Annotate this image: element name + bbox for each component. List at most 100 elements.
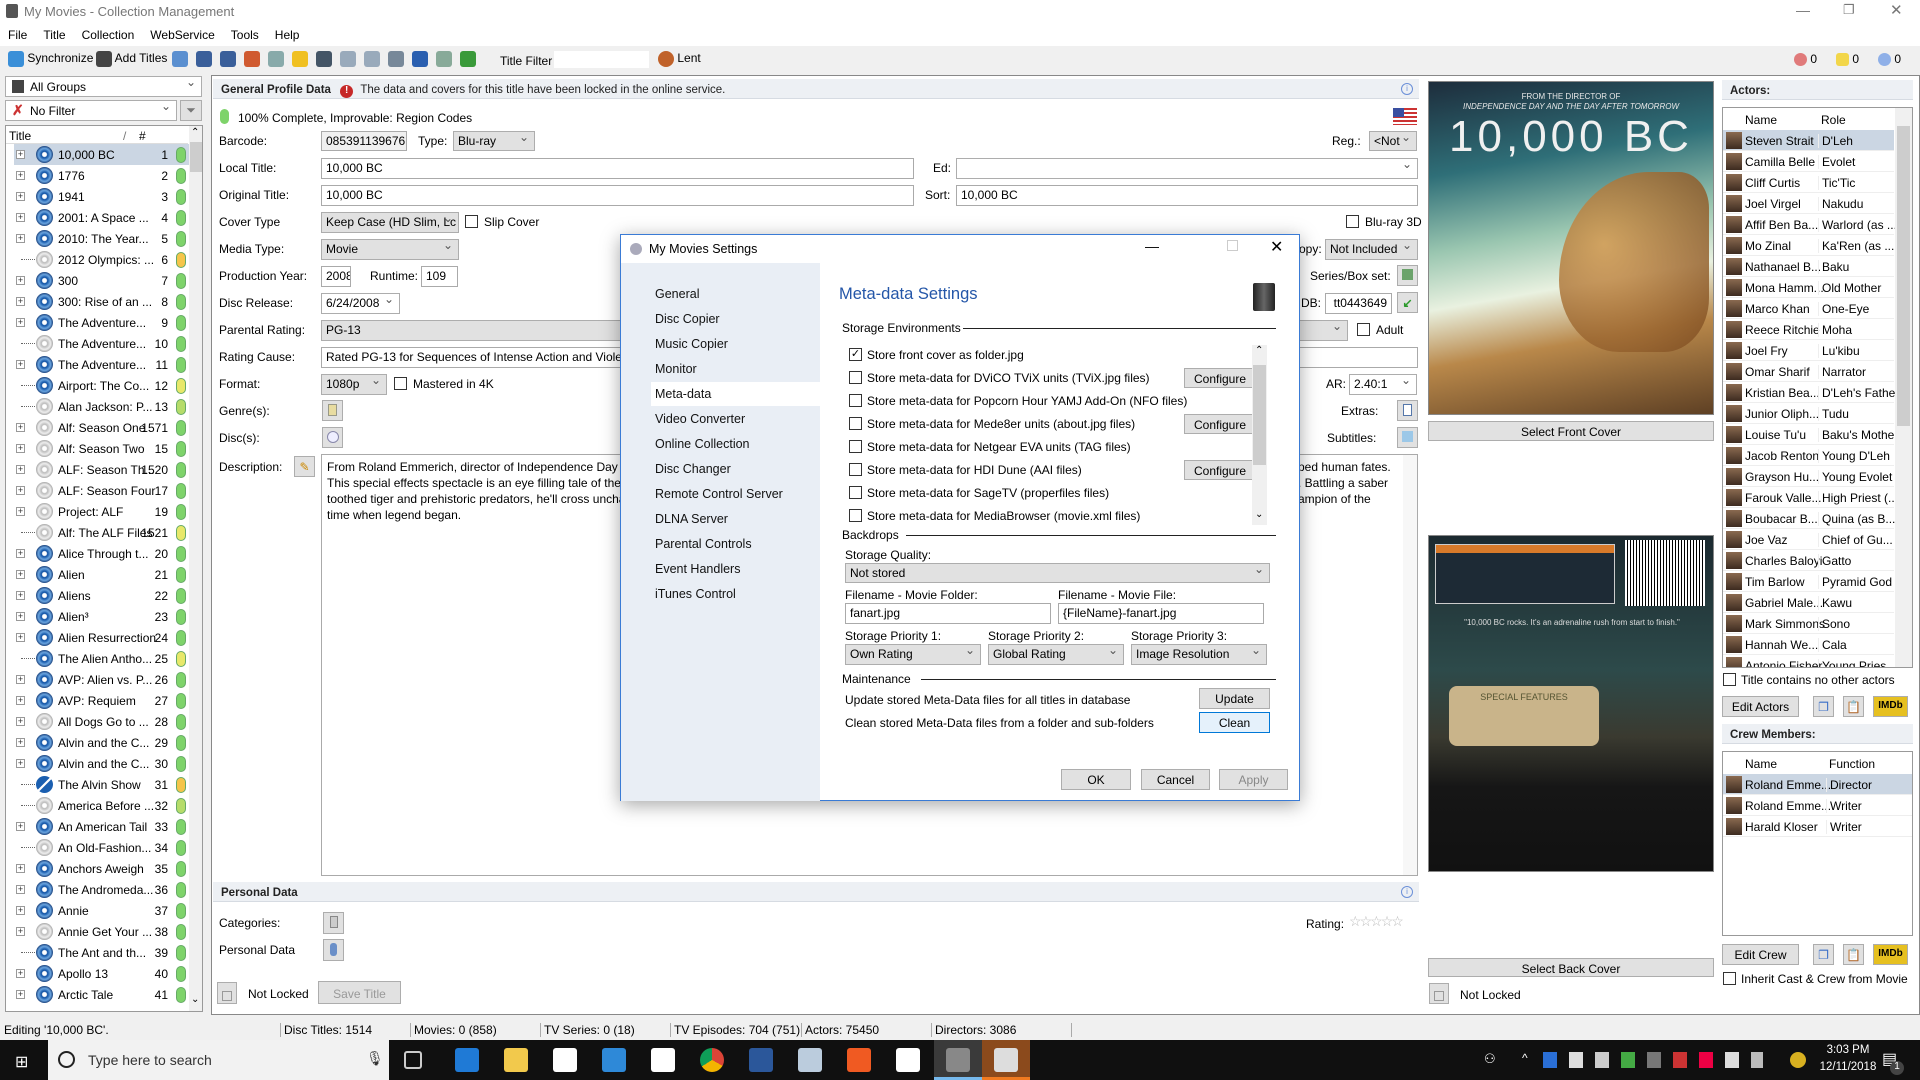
series-box-set-button[interactable] <box>1397 265 1418 286</box>
filter-select[interactable]: ✗ No Filter <box>5 100 177 121</box>
tree-row[interactable]: + AVP: Alien vs. P... 26 <box>14 669 190 690</box>
expand-icon[interactable]: + <box>16 549 25 558</box>
tree-row[interactable]: + The Andromeda... 36 <box>14 879 190 900</box>
restore-button[interactable]: ❐ <box>1843 2 1855 18</box>
info-icon[interactable]: i <box>1401 886 1413 898</box>
expand-icon[interactable]: + <box>16 507 25 516</box>
copy-actors-button[interactable]: ❐ <box>1813 696 1834 717</box>
toolbar-icon-button[interactable] <box>292 51 308 67</box>
ccleaner-icon[interactable] <box>847 1048 871 1072</box>
expand-icon[interactable]: + <box>16 465 25 474</box>
save-title-button[interactable]: Save Title <box>318 981 401 1004</box>
tree-row[interactable]: + ALF: Season Th... 1520 <box>14 459 190 480</box>
menu-collection[interactable]: Collection <box>74 24 143 42</box>
actors-row[interactable]: Joe Vaz Chief of Gu... <box>1723 529 1894 550</box>
toolbar-icon-button[interactable] <box>388 51 404 67</box>
expand-icon[interactable]: + <box>16 171 25 180</box>
inherit-cast-checkbox[interactable] <box>1723 972 1736 985</box>
storage-option-checkbox[interactable] <box>849 509 862 522</box>
priority-2-select[interactable]: Global Rating <box>988 644 1124 665</box>
actors-row[interactable]: Grayson Hu... Young Evolet <box>1723 466 1894 487</box>
cover-type-select[interactable]: Keep Case (HD Slim, Lc <box>321 212 459 233</box>
tree-row[interactable]: +300: Rise of an ... 8 <box>14 291 190 312</box>
crew-row[interactable]: Harald Kloser Writer <box>1723 816 1912 837</box>
crew-row[interactable]: Roland Emme... Director <box>1723 774 1912 795</box>
actors-row[interactable]: Jacob Renton Young D'Leh <box>1723 445 1894 466</box>
storage-option-checkbox[interactable] <box>849 463 862 476</box>
discs-button[interactable] <box>322 427 343 448</box>
title-filter-input[interactable] <box>554 51 649 68</box>
column-name[interactable]: Name <box>1745 757 1777 771</box>
expand-icon[interactable]: + <box>16 612 25 621</box>
edit-crew-button[interactable]: Edit Crew <box>1722 944 1799 965</box>
configure-button[interactable]: Configure <box>1184 414 1256 434</box>
microphone-icon[interactable]: 🎙 <box>366 1050 384 1067</box>
tree-row[interactable]: + Annie Get Your ... 38 <box>14 921 190 942</box>
nav-item-disc-changer[interactable]: Disc Changer <box>655 462 731 476</box>
task-view-icon[interactable] <box>404 1051 422 1069</box>
expand-icon[interactable]: + <box>16 360 25 369</box>
star-icon[interactable]: ☆ <box>1360 913 1372 929</box>
categories-button[interactable] <box>323 912 344 934</box>
tree-row[interactable]: Alf: The ALF Files 1521 <box>14 522 190 543</box>
toolbar-icon-button[interactable] <box>172 51 188 67</box>
expand-icon[interactable]: + <box>16 192 25 201</box>
add-titles-button[interactable]: Add Titles <box>96 51 167 67</box>
barcode-field[interactable]: 085391139676 <box>321 131 407 151</box>
expand-icon[interactable]: + <box>16 927 25 936</box>
tree-row[interactable]: Airport: The Co... 12 <box>14 375 190 396</box>
crew-row[interactable]: Roland Emme... Writer <box>1723 795 1912 816</box>
tree-row[interactable]: + All Dogs Go to ... 28 <box>14 711 190 732</box>
tree-row[interactable]: + AVP: Requiem 27 <box>14 690 190 711</box>
bluray-3d-checkbox[interactable] <box>1346 215 1359 228</box>
tree-row[interactable]: +300 7 <box>14 270 190 291</box>
tree-row[interactable]: The Alvin Show 31 <box>14 774 190 795</box>
scrollbar-thumb[interactable] <box>1253 365 1266 465</box>
storage-option-checkbox[interactable] <box>849 440 862 453</box>
genres-button[interactable] <box>322 400 343 421</box>
tree-row[interactable]: 2012 Olympics: ... 6 <box>14 249 190 270</box>
toolbar-icon-button[interactable] <box>196 51 212 67</box>
production-year-input[interactable]: 2008 <box>321 266 351 287</box>
toolbar-icon-button[interactable] <box>340 51 356 67</box>
imdb-actors-button[interactable]: IMDb <box>1873 696 1908 717</box>
column-title[interactable]: Title <box>9 129 31 143</box>
clock-time[interactable]: 3:03 PM <box>1818 1044 1878 1056</box>
actors-row[interactable]: Nathanael B... Baku <box>1723 256 1894 277</box>
expand-icon[interactable]: + <box>16 633 25 642</box>
app-icon[interactable] <box>602 1048 626 1072</box>
personal-data-button[interactable] <box>323 939 344 961</box>
priority-1-select[interactable]: Own Rating <box>845 644 981 665</box>
tree-row[interactable]: + Alien 21 <box>14 564 190 585</box>
subtitles-button[interactable] <box>1397 427 1418 448</box>
actors-row[interactable]: Kristian Bea... D'Leh's Father <box>1723 382 1899 403</box>
filter-funnel-button[interactable]: ⏷ <box>180 100 202 121</box>
nav-item-event-handlers[interactable]: Event Handlers <box>655 562 740 576</box>
imdb-crew-button[interactable]: IMDb <box>1873 944 1908 965</box>
actors-row[interactable]: Louise Tu'u Baku's Mother <box>1723 424 1898 445</box>
expand-icon[interactable]: + <box>16 864 25 873</box>
options-scrollbar[interactable]: ⌃ ⌄ <box>1252 345 1267 525</box>
tree-row[interactable]: +2010: The Year... 5 <box>14 228 190 249</box>
calculator-icon[interactable] <box>896 1048 920 1072</box>
expand-icon[interactable]: + <box>16 906 25 915</box>
actors-row[interactable]: Mark Simmons Sono <box>1723 613 1894 634</box>
people-icon[interactable]: ⚇ <box>1484 1051 1496 1067</box>
nav-item-general[interactable]: General <box>655 287 699 301</box>
adult-checkbox[interactable] <box>1357 323 1370 336</box>
expand-icon[interactable]: + <box>16 444 25 453</box>
lock-toggle-button[interactable] <box>217 982 237 1004</box>
star-icon[interactable]: ☆ <box>1370 913 1382 929</box>
imdb-id-input[interactable]: tt0443649 <box>1325 293 1392 314</box>
storage-option-checkbox[interactable] <box>849 486 862 499</box>
info-icon[interactable]: i <box>1401 83 1413 95</box>
actors-row[interactable]: Joel Fry Lu'kibu <box>1723 340 1894 361</box>
tree-row[interactable]: + Alice Through t... 20 <box>14 543 190 564</box>
actors-row[interactable]: Marco Khan One-Eye <box>1723 298 1894 319</box>
copy-select[interactable]: Not Included <box>1325 239 1418 260</box>
tree-row[interactable]: + An American Tail 33 <box>14 816 190 837</box>
aspect-ratio-select[interactable]: 2.40:1 <box>1349 374 1417 395</box>
expand-icon[interactable]: + <box>16 990 25 999</box>
chrome-icon[interactable] <box>700 1048 724 1072</box>
nav-item-parental-controls[interactable]: Parental Controls <box>655 537 752 551</box>
